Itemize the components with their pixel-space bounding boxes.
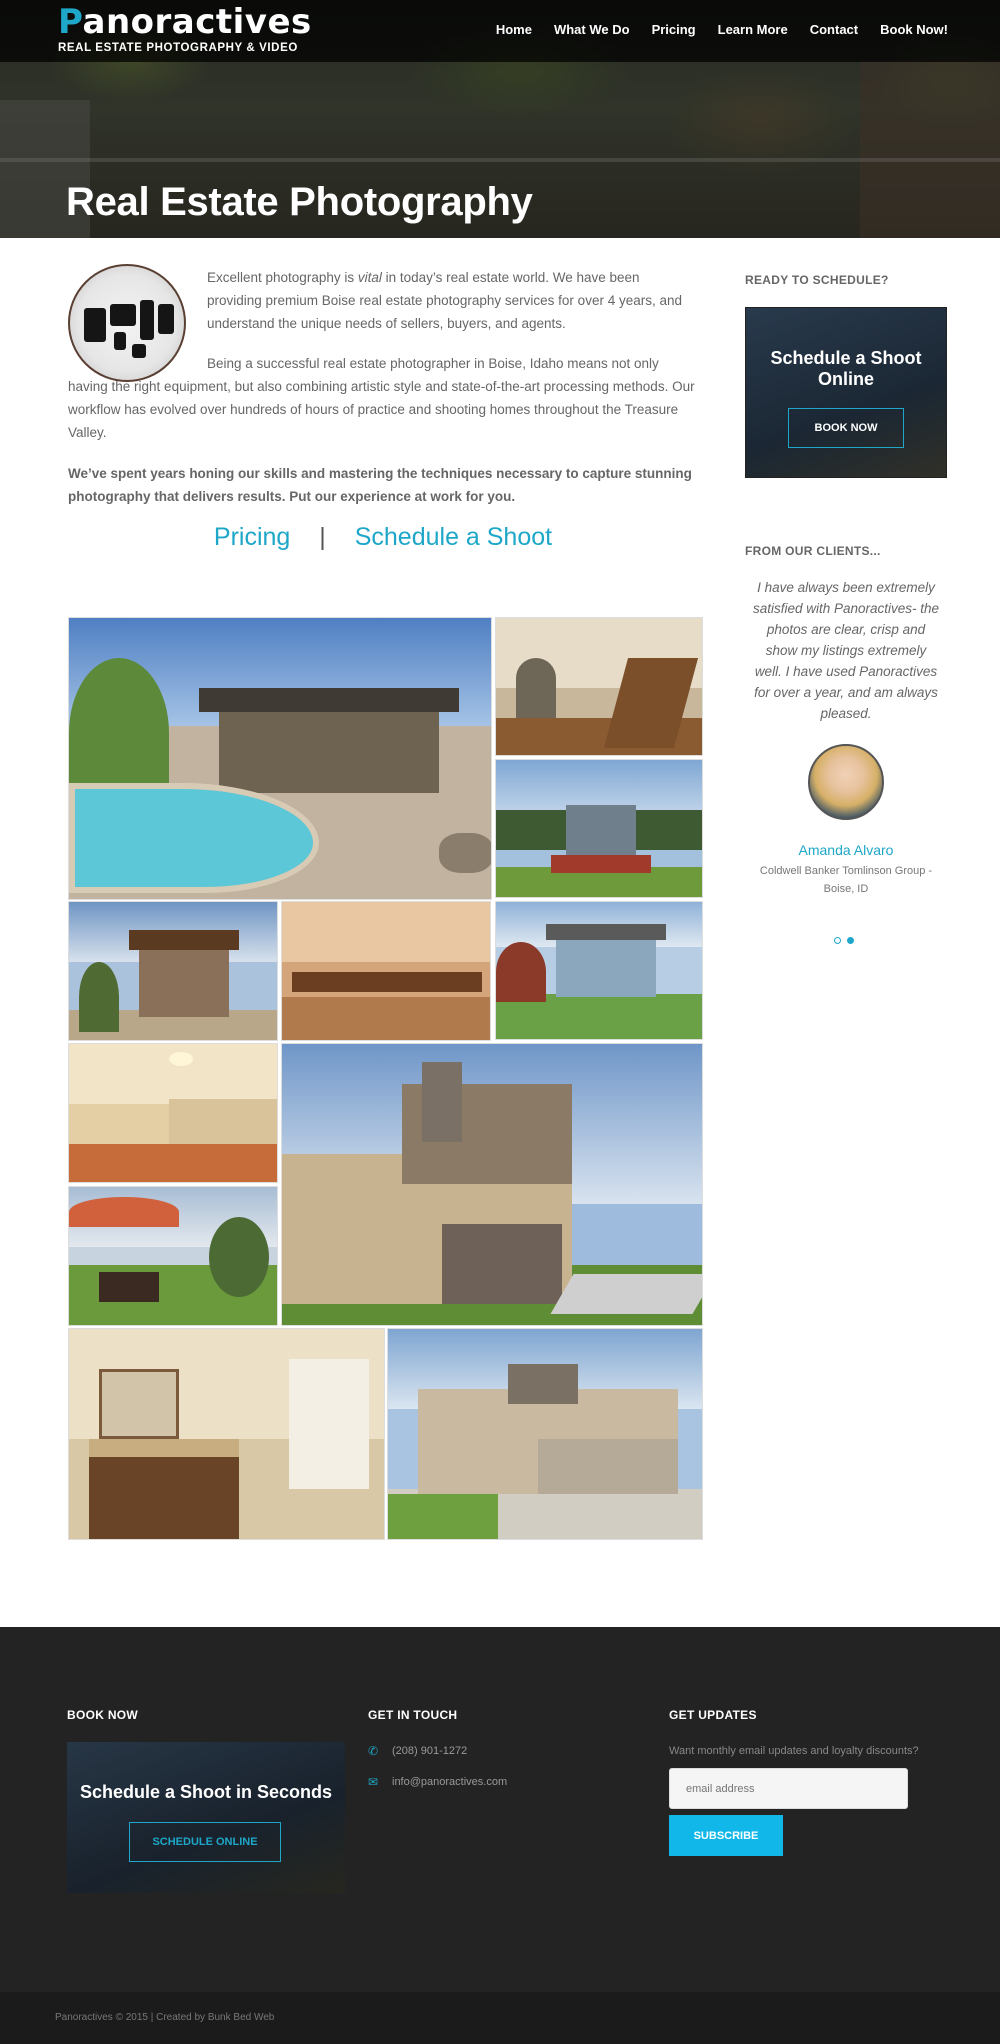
gallery-photo-pool[interactable] <box>68 617 492 900</box>
email-contact[interactable]: ✉ info@panoractives.com <box>368 1776 507 1788</box>
testimonial-pagination <box>834 937 854 944</box>
gallery-photo-porch-house[interactable] <box>495 759 703 898</box>
gallery-photo-stairs[interactable] <box>495 617 703 756</box>
logo-initial: P <box>58 2 83 42</box>
gallery-photo-stucco-house[interactable] <box>387 1328 703 1540</box>
testimonial-quote: I have always been extremely satisfied w… <box>752 580 940 721</box>
card-overlay <box>67 1742 345 1893</box>
book-now-button[interactable]: BOOK NOW <box>788 408 904 448</box>
experience-paragraph: We’ve spent years honing our skills and … <box>68 466 692 504</box>
footer-card-title: Schedule a Shoot in Seconds <box>79 1782 333 1802</box>
logo-text: anoractives <box>82 2 312 42</box>
phone-number: (208) 901-1272 <box>392 1745 468 1757</box>
intro-paragraph: Excellent photography is vital in today’… <box>207 266 697 335</box>
email-address: info@panoractives.com <box>392 1776 508 1788</box>
schedule-online-button[interactable]: SCHEDULE ONLINE <box>129 1822 281 1862</box>
nav-home[interactable]: Home <box>496 22 532 37</box>
main-nav: Home What We Do Pricing Learn More Conta… <box>496 22 948 37</box>
camera-body-shape <box>110 304 136 326</box>
intro-text: Excellent photography is <box>207 270 358 285</box>
pagination-dot-active[interactable] <box>847 937 854 944</box>
nav-what-we-do[interactable]: What We Do <box>554 22 630 37</box>
gallery-photo-patio[interactable] <box>68 1186 278 1326</box>
gallery-photo-craftsman-house[interactable] <box>281 1043 703 1326</box>
nav-contact[interactable]: Contact <box>810 22 858 37</box>
envelope-icon: ✉ <box>368 1775 379 1789</box>
intro-emphasis: vital <box>357 270 382 285</box>
schedule-card-title: Schedule a Shoot Online <box>770 348 922 389</box>
lens-shape <box>140 300 154 340</box>
page-title: Real Estate Photography <box>66 180 533 224</box>
get-in-touch-heading: GET IN TOUCH <box>368 1708 458 1722</box>
client-organization: Coldwell Banker Tomlinson Group - Boise,… <box>759 865 933 895</box>
lens-shape <box>114 332 126 350</box>
schedule-card[interactable]: Schedule a Shoot Online BOOK NOW <box>745 307 947 478</box>
gallery-photo-bathroom[interactable] <box>68 1328 385 1540</box>
logo-tagline: REAL ESTATE PHOTOGRAPHY & VIDEO <box>58 42 298 54</box>
phone-contact[interactable]: ✆ (208) 901-1272 <box>368 1745 467 1757</box>
get-updates-heading: GET UPDATES <box>669 1708 757 1722</box>
phone-icon: ✆ <box>368 1744 379 1758</box>
book-now-heading: BOOK NOW <box>67 1708 139 1722</box>
pagination-dot[interactable] <box>834 937 841 944</box>
schedule-shoot-link[interactable]: Schedule a Shoot <box>355 523 552 552</box>
pricing-link[interactable]: Pricing <box>214 523 290 552</box>
lens-shape <box>84 308 106 342</box>
gallery-photo-stone-entry[interactable] <box>68 901 278 1041</box>
gallery-photo-living-room[interactable] <box>281 901 491 1041</box>
from-our-clients-heading: FROM OUR CLIENTS... <box>745 544 881 558</box>
footer-schedule-card[interactable]: Schedule a Shoot in Seconds SCHEDULE ONL… <box>67 1742 345 1893</box>
gallery-photo-blue-cottage[interactable] <box>495 901 703 1040</box>
link-separator: | <box>319 523 326 551</box>
subscribe-button[interactable]: SUBSCRIBE <box>669 1815 783 1856</box>
site-logo[interactable]: Panoractives <box>58 2 312 42</box>
card-overlay <box>746 308 946 477</box>
ready-to-schedule-heading: READY TO SCHEDULE? <box>745 273 889 287</box>
workflow-paragraph: Being a successful real estate photograp… <box>68 356 695 440</box>
lens-shape <box>158 304 174 334</box>
client-avatar <box>808 744 884 820</box>
client-name: Amanda Alvaro <box>798 842 894 858</box>
email-input[interactable] <box>669 1768 908 1809</box>
copyright-text: Panoractives © 2015 | Created by Bunk Be… <box>55 2012 275 2023</box>
gallery-photo-kitchen[interactable] <box>68 1043 278 1183</box>
nav-book-now[interactable]: Book Now! <box>880 22 948 37</box>
nav-learn-more[interactable]: Learn More <box>718 22 788 37</box>
cta-links: Pricing | Schedule a Shoot <box>68 523 698 552</box>
updates-description: Want monthly email updates and loyalty d… <box>669 1745 919 1757</box>
site-header: Panoractives REAL ESTATE PHOTOGRAPHY & V… <box>0 0 1000 62</box>
nav-pricing[interactable]: Pricing <box>652 22 696 37</box>
